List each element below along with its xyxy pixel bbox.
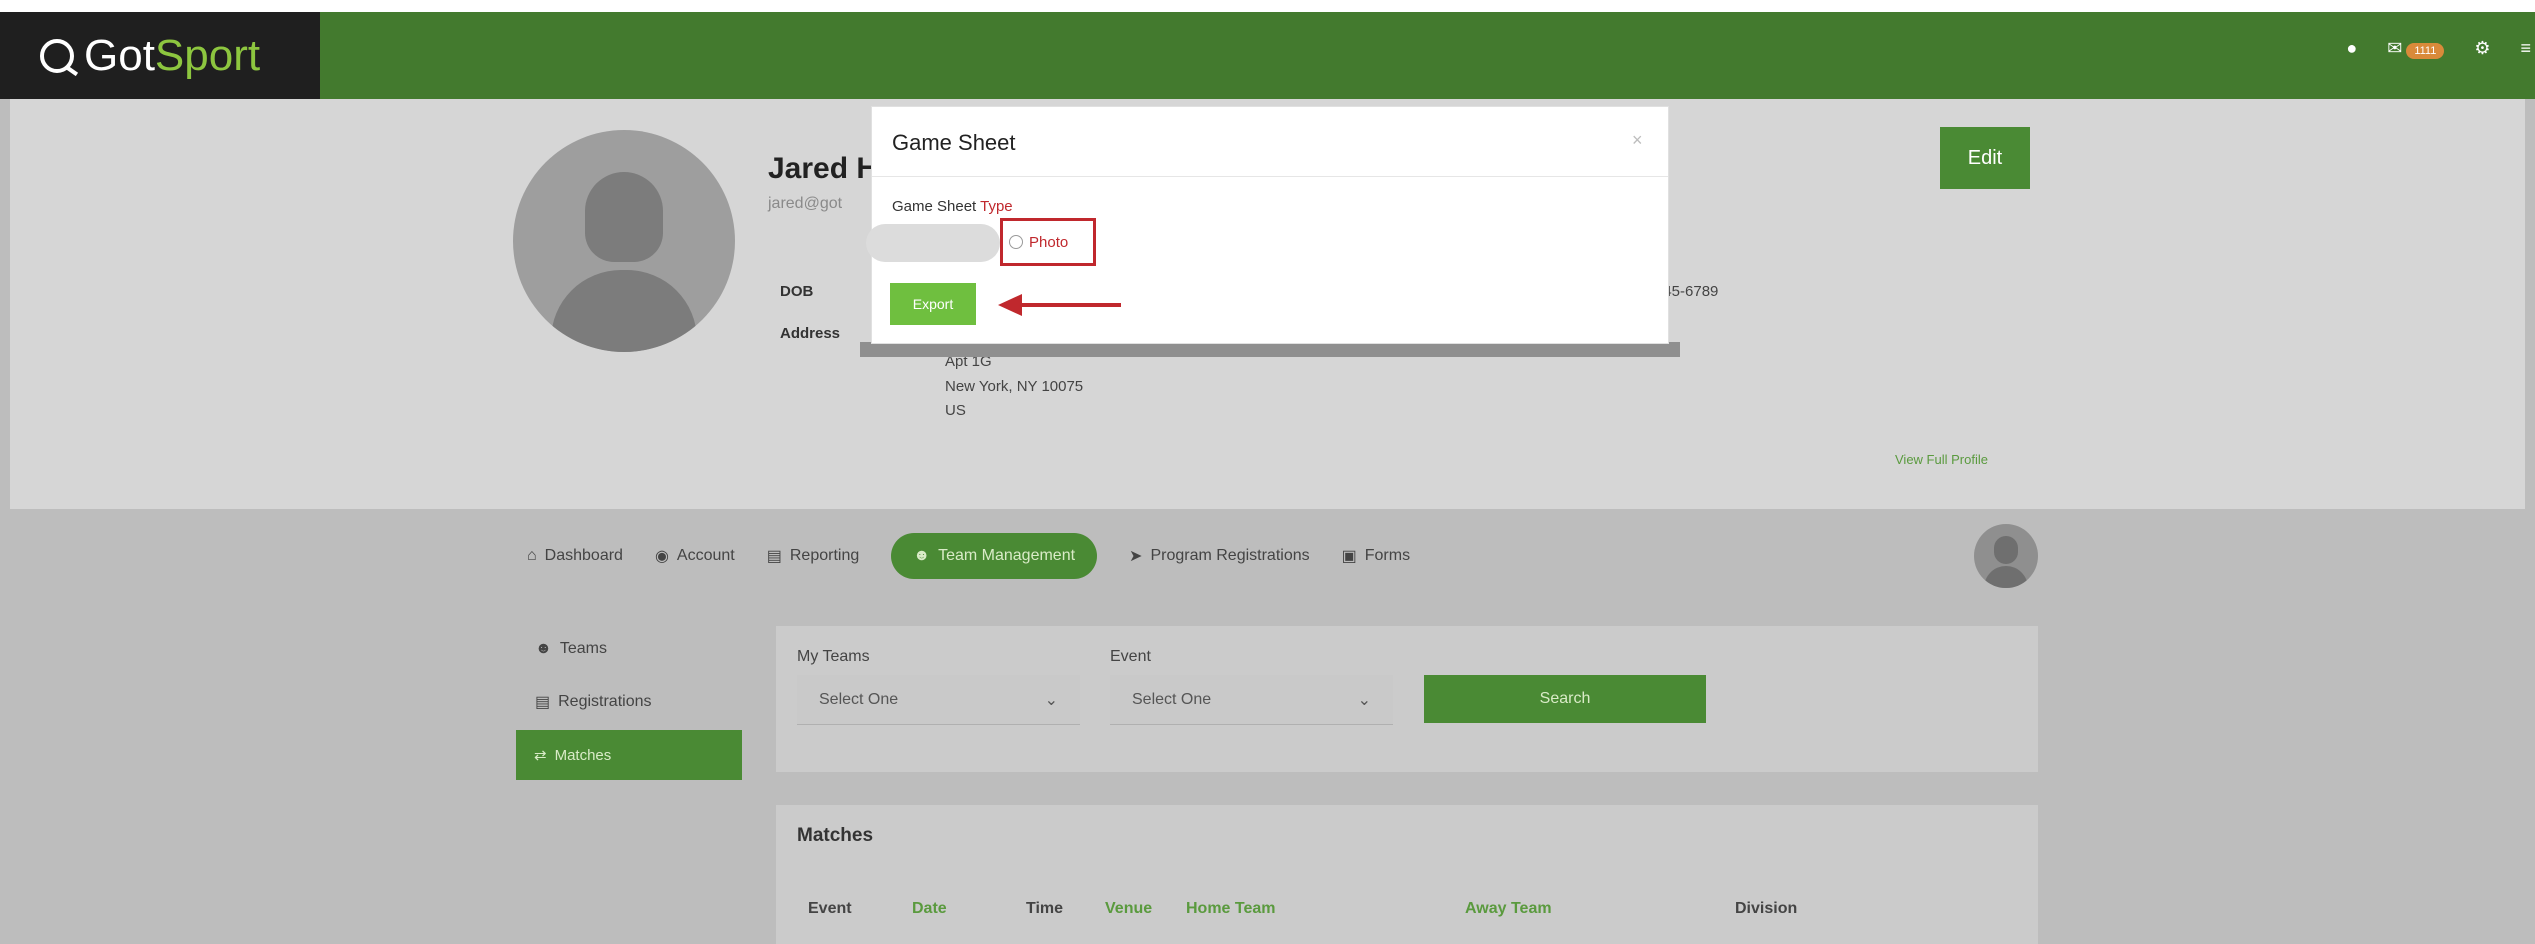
reporting-icon: ▤ — [766, 548, 782, 565]
gotsport-logo[interactable]: GotSport — [0, 12, 320, 99]
file-icon: ▣ — [1341, 548, 1357, 565]
export-button[interactable]: Export — [890, 283, 976, 325]
gear-icon[interactable]: ⚙ — [2474, 38, 2490, 59]
close-icon[interactable]: × — [1632, 130, 1643, 151]
view-full-profile-link[interactable]: View Full Profile — [1895, 452, 1988, 467]
messages-icon[interactable]: ✉ 1111 — [2387, 38, 2445, 59]
sidebar-item-matches[interactable]: ⇄ Matches — [516, 730, 742, 780]
column-away-team[interactable]: Away Team — [1465, 900, 1552, 918]
matches-panel — [776, 805, 2038, 944]
sidebar-registrations-label: Registrations — [558, 693, 652, 710]
event-value: Select One — [1132, 690, 1212, 708]
sidebar-teams-label: Teams — [559, 640, 607, 657]
sidebar-item-teams[interactable]: ☻ Teams — [535, 640, 607, 658]
nav-reporting[interactable]: ▤ Reporting — [767, 546, 860, 566]
nav-program-registrations[interactable]: ➤ Program Registrations — [1129, 546, 1310, 566]
nav-team-management-label: Team Management — [938, 547, 1076, 564]
nav-program-registrations-label: Program Registrations — [1150, 547, 1310, 564]
modal-divider — [872, 176, 1668, 177]
avatar-head-shape — [585, 172, 663, 262]
top-bar: GotSport ● ✉ 1111 ⚙ ≡ — [0, 0, 2535, 99]
photo-radio[interactable] — [1009, 235, 1023, 249]
redacted-option — [866, 224, 1000, 262]
profile-name: Jared H — [768, 152, 879, 185]
nav-reporting-label: Reporting — [789, 547, 860, 564]
modal-title: Game Sheet — [892, 130, 1016, 155]
game-sheet-type-word: Type — [980, 198, 1013, 215]
profile-avatar — [513, 130, 735, 352]
top-icons: ● ✉ 1111 ⚙ ≡ — [2346, 38, 2535, 59]
photo-option-label: Photo — [1029, 233, 1069, 251]
chevron-down-icon: ⌄ — [1044, 691, 1058, 709]
column-time: Time — [1026, 900, 1064, 917]
game-sheet-type-prefix: Game Sheet — [892, 198, 981, 215]
event-label: Event — [1110, 648, 1151, 665]
user-icon[interactable]: ● — [2346, 38, 2357, 59]
matches-title: Matches — [797, 825, 874, 846]
photo-option-highlight[interactable]: Photo — [1000, 218, 1096, 266]
main-nav: ⌂ Dashboard ◉ Account ▤ Reporting ☻ Team Man… — [527, 530, 1410, 582]
search-button[interactable]: Search — [1424, 675, 1706, 723]
red-arrow-annotation — [998, 294, 1121, 316]
address-line-3: US — [945, 402, 966, 419]
game-sheet-type-label: Game Sheet Type — [892, 198, 1013, 215]
avatar-small-head-shape — [1994, 536, 2018, 564]
team-icon: ☻ — [535, 640, 552, 657]
nav-team-management[interactable]: ☻ Team Management — [891, 533, 1098, 579]
sidebar-item-registrations[interactable]: ▤ Registrations — [535, 692, 652, 712]
nav-forms[interactable]: ▣ Forms — [1342, 546, 1410, 566]
nav-forms-label: Forms — [1364, 547, 1411, 564]
exchange-icon: ⇄ — [534, 747, 547, 764]
view-full-profile-label: View Full Profile — [1895, 452, 1988, 467]
user-avatar[interactable] — [1974, 524, 2038, 588]
avatar-body-shape — [551, 270, 697, 352]
nav-account-label: Account — [676, 547, 735, 564]
column-date[interactable]: Date — [912, 900, 947, 918]
address-label: Address — [780, 325, 841, 342]
column-venue[interactable]: Venue — [1105, 900, 1152, 918]
nav-dashboard-label: Dashboard — [544, 547, 623, 564]
avatar-small-body-shape — [1984, 566, 2028, 588]
list-icon: ▤ — [535, 694, 551, 711]
team-icon: ☻ — [913, 547, 931, 564]
logo-text: GotSport — [84, 31, 260, 81]
logo-text-sport: Sport — [154, 30, 261, 80]
nav-dashboard[interactable]: ⌂ Dashboard — [527, 547, 623, 565]
dashboard-icon: ⌂ — [527, 547, 537, 564]
my-teams-select[interactable]: Select One ⌄ — [797, 675, 1080, 725]
notification-badge: 1111 — [2406, 43, 2445, 59]
profile-email: jared@got — [768, 195, 843, 212]
column-event: Event — [808, 900, 852, 917]
logo-mark-icon — [40, 38, 74, 73]
modal-shadow-strip — [860, 342, 1680, 357]
my-teams-value: Select One — [819, 690, 899, 708]
column-home-team[interactable]: Home Team — [1186, 900, 1276, 918]
chevron-down-icon: ⌄ — [1357, 691, 1371, 709]
menu-icon[interactable]: ≡ — [2520, 38, 2531, 59]
edit-profile-button[interactable]: Edit — [1940, 127, 2030, 189]
column-division: Division — [1735, 900, 1798, 917]
nav-account[interactable]: ◉ Account — [655, 546, 735, 566]
dob-label: DOB — [780, 283, 814, 300]
sidebar-matches-label: Matches — [554, 746, 612, 764]
my-teams-label: My Teams — [797, 648, 870, 665]
account-icon: ◉ — [654, 548, 669, 565]
address-line-2: New York, NY 10075 — [945, 378, 1084, 395]
event-select[interactable]: Select One ⌄ — [1110, 675, 1393, 725]
arrow-head — [998, 294, 1022, 316]
top-bar-background — [0, 12, 2535, 99]
paper-plane-icon: ➤ — [1129, 548, 1143, 565]
logo-text-got: Got — [84, 30, 155, 80]
